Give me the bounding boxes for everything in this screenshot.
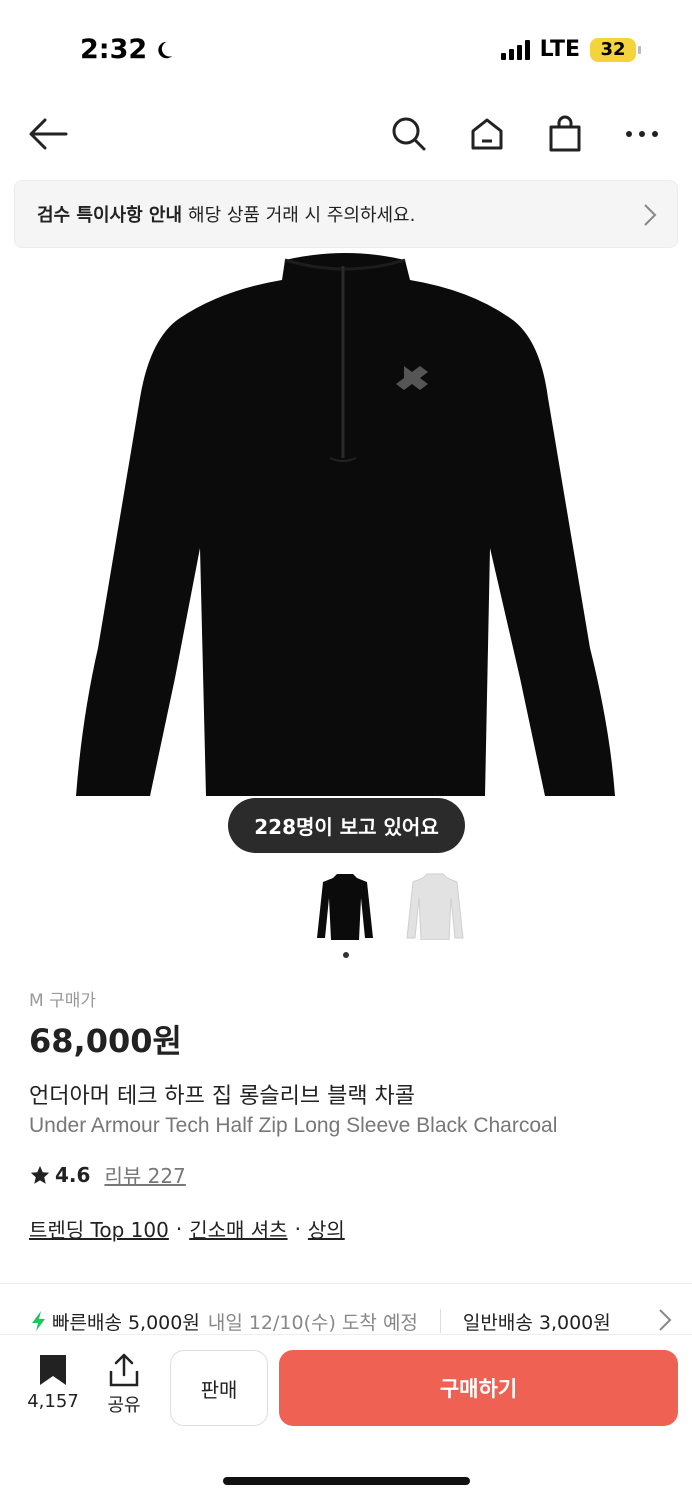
moon-icon <box>158 41 173 58</box>
more-options-icon[interactable] <box>622 114 662 154</box>
tag-tops[interactable]: 상의 <box>308 1214 345 1243</box>
fast-delivery-eta: 내일 12/10(수) 도착 예정 <box>207 1311 418 1334</box>
lightning-icon <box>32 1311 45 1331</box>
inspection-notice[interactable]: 검수 특이사항 안내 해당 상품 거래 시 주의하세요. <box>14 180 678 248</box>
status-time: 2:32 <box>80 34 175 65</box>
home-indicator <box>223 1477 470 1485</box>
status-indicators: LTE 32 <box>500 37 641 62</box>
chevron-right-icon[interactable] <box>658 1308 672 1332</box>
rating-score: 4.6 <box>55 1162 91 1187</box>
star-icon <box>30 1165 50 1184</box>
viewers-badge: 228명이 보고 있어요 <box>228 798 465 853</box>
battery-icon: 32 <box>590 37 641 62</box>
bottom-action-bar: 4,157 공유 판매 구매하기 <box>0 1334 692 1500</box>
time-text: 2:32 <box>80 34 148 65</box>
back-arrow-icon[interactable] <box>28 114 68 154</box>
page-indicator-dot <box>343 952 349 958</box>
top-nav <box>0 100 692 166</box>
price-label: M 구매가 <box>29 991 96 1011</box>
delivery-divider <box>439 1309 441 1333</box>
color-thumbnails <box>310 870 470 942</box>
network-label: LTE <box>539 37 580 62</box>
fast-delivery-label: 빠른배송 5,000원 <box>52 1311 200 1334</box>
divider <box>0 1283 692 1284</box>
category-tags: 트렌딩 Top 100 · 긴소매 셔츠 · 상의 <box>29 1214 345 1243</box>
battery-level: 32 <box>600 39 626 60</box>
chevron-right-icon <box>644 204 657 226</box>
product-name-en: Under Armour Tech Half Zip Long Sleeve B… <box>29 1114 558 1137</box>
shopping-bag-icon[interactable] <box>545 114 585 154</box>
tag-long-sleeve[interactable]: 긴소매 셔츠 <box>189 1214 287 1243</box>
tag-trending[interactable]: 트렌딩 Top 100 <box>29 1214 169 1243</box>
bookmark-icon <box>40 1355 66 1385</box>
search-icon[interactable] <box>389 114 429 154</box>
bookmark-button[interactable]: 4,157 <box>22 1353 84 1412</box>
tag-separator: · <box>294 1216 301 1241</box>
normal-delivery-label: 일반배송 3,000원 <box>462 1311 611 1334</box>
review-link[interactable]: 리뷰 227 <box>104 1160 185 1189</box>
product-name-ko: 언더아머 테크 하프 집 롱슬리브 블랙 차콜 <box>29 1084 416 1109</box>
rating-row: 4.6 리뷰 227 <box>29 1160 186 1189</box>
bookmark-count: 4,157 <box>27 1391 79 1412</box>
buy-button[interactable]: 구매하기 <box>279 1350 678 1426</box>
signal-icon <box>500 39 530 60</box>
share-button[interactable]: 공유 <box>100 1353 148 1417</box>
product-image[interactable] <box>0 248 692 868</box>
share-label: 공유 <box>107 1395 141 1416</box>
thumbnail-white[interactable] <box>400 870 470 942</box>
sell-button[interactable]: 판매 <box>170 1350 268 1426</box>
home-icon[interactable] <box>467 114 507 154</box>
delivery-options[interactable]: 빠른배송 5,000원 내일 12/10(수) 도착 예정 일반배송 3,000… <box>30 1304 692 1338</box>
notice-title: 검수 특이사항 안내 <box>37 205 183 226</box>
notice-text: 해당 상품 거래 시 주의하세요. <box>188 205 416 226</box>
share-icon <box>109 1353 139 1387</box>
price: 68,000원 <box>29 1022 182 1060</box>
status-bar: 2:32 LTE 32 <box>0 0 692 100</box>
thumbnail-black[interactable] <box>310 870 380 942</box>
tag-separator: · <box>175 1216 183 1241</box>
